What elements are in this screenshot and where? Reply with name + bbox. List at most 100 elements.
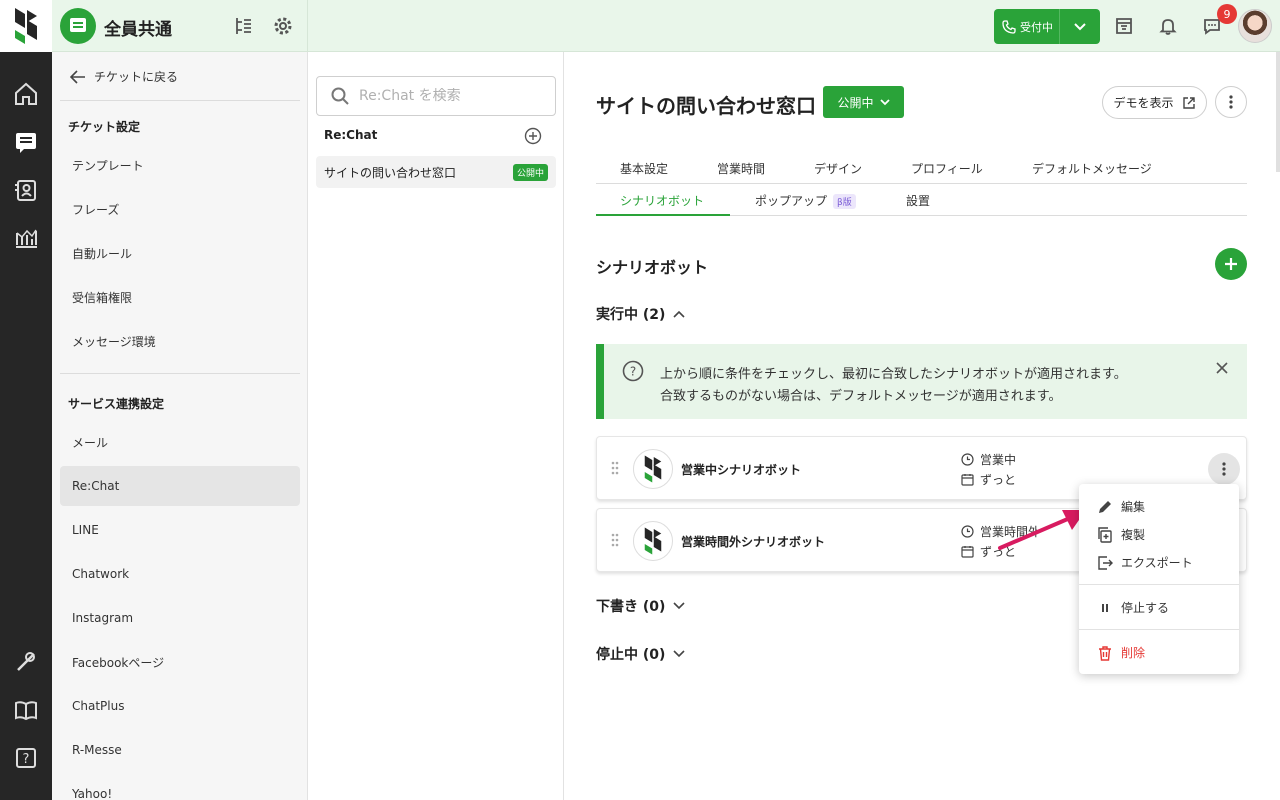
sidebar-item-auto-rule[interactable]: 自動ルール [60, 233, 300, 273]
ticket-icon[interactable] [12, 128, 40, 156]
section-title-ticket-settings: チケット設定 [68, 120, 141, 134]
clock-icon [961, 453, 974, 466]
help-circle-icon: ? [622, 360, 644, 382]
bot-logo-icon [633, 449, 673, 489]
tab-design[interactable]: デザイン [814, 160, 862, 177]
trash-icon [1099, 645, 1111, 661]
info-text-line-1: 上から順に条件をチェックし、最初に合致したシナリオボットが適用されます。 [660, 367, 1127, 382]
duplicate-icon [1098, 526, 1112, 543]
chevron-down-icon [1074, 22, 1086, 30]
stopped-group-toggle[interactable]: 停止中 (0) [596, 644, 685, 664]
drag-handle-icon[interactable] [611, 533, 619, 547]
search-icon [331, 87, 349, 105]
analytics-icon[interactable] [12, 224, 40, 252]
bell-icon[interactable] [1157, 15, 1179, 37]
info-banner: ? 上から順に条件をチェックし、最初に合致したシナリオボットが適用されます。 合… [596, 344, 1247, 419]
phone-icon [1002, 19, 1016, 34]
external-link-icon [1182, 96, 1195, 109]
menu-item-duplicate[interactable]: 複製 [1097, 526, 1145, 543]
sidebar-item-template[interactable]: テンプレート [60, 145, 300, 185]
gear-icon[interactable] [272, 15, 294, 37]
bot-logo-icon [633, 521, 673, 561]
tab-basic-settings[interactable]: 基本設定 [620, 160, 668, 177]
kebab-icon [1229, 95, 1233, 109]
tab-business-hours[interactable]: 営業時間 [717, 160, 765, 177]
bot-menu-button[interactable] [1208, 453, 1240, 485]
clock-icon [961, 525, 974, 538]
sidebar-item-rechat[interactable]: Re:Chat [60, 466, 300, 506]
sidebar-item-r-messe[interactable]: R-Messe [60, 730, 300, 770]
chevron-up-icon [673, 310, 685, 318]
tools-icon[interactable] [12, 648, 40, 676]
logo[interactable] [0, 0, 52, 52]
menu-item-edit[interactable]: 編集 [1097, 498, 1145, 515]
logo-icon [15, 8, 37, 44]
back-to-tickets-link[interactable]: チケットに戻る [70, 68, 178, 85]
sidebar-item-inbox-permission[interactable]: 受信箱権限 [60, 277, 300, 317]
add-bot-button[interactable] [1215, 248, 1247, 280]
kebab-icon [1222, 462, 1226, 476]
book-icon[interactable] [12, 696, 40, 724]
tab-popup[interactable]: ポップアップ β版 [755, 192, 856, 209]
search-input[interactable] [359, 88, 539, 104]
calendar-icon [961, 546, 974, 558]
publish-status-dropdown[interactable]: 公開中 [823, 86, 904, 118]
sidebar-item-phrase[interactable]: フレーズ [60, 189, 300, 229]
header-workspace: 全員共通 [52, 0, 308, 52]
menu-item-pause[interactable]: 停止する [1097, 599, 1169, 616]
sidebar-item-facebook[interactable]: Facebookページ [60, 642, 300, 682]
info-text-line-2: 合致するものがない場合は、デフォルトメッセージが適用されます。 [660, 389, 1062, 404]
list-item-label: サイトの問い合わせ窓口 [324, 165, 457, 180]
bot-period: ずっと [961, 471, 1016, 488]
sidebar-item-line[interactable]: LINE [60, 510, 300, 550]
tab-default-message[interactable]: デフォルトメッセージ [1032, 160, 1152, 177]
contacts-icon[interactable] [12, 176, 40, 204]
calendar-icon [961, 474, 974, 486]
menu-item-delete[interactable]: 削除 [1097, 644, 1145, 661]
avatar[interactable] [1238, 9, 1272, 43]
home-icon[interactable] [12, 80, 40, 108]
top-header: 全員共通 受付中 9 [52, 0, 1280, 52]
menu-divider [1079, 629, 1239, 630]
ticket-app-icon[interactable] [60, 8, 96, 44]
arrow-left-icon [70, 69, 85, 84]
bot-name: 営業時間外シナリオボット [681, 535, 826, 549]
availability-label[interactable]: 受付中 [994, 9, 1060, 44]
menu-item-export[interactable]: エクスポート [1097, 554, 1193, 571]
sidebar-item-chatwork[interactable]: Chatwork [60, 554, 300, 594]
divider [60, 100, 300, 101]
sidebar-item-chatplus[interactable]: ChatPlus [60, 686, 300, 726]
tab-install[interactable]: 設置 [906, 192, 930, 209]
filter-tree-icon[interactable] [232, 15, 254, 37]
add-circle-icon[interactable] [524, 127, 542, 145]
svg-text:?: ? [630, 365, 636, 379]
drag-handle-icon[interactable] [611, 461, 619, 475]
workspace-title: 全員共通 [104, 20, 172, 40]
beta-badge: β版 [833, 194, 856, 209]
tab-profile[interactable]: プロフィール [911, 160, 983, 177]
tab-scenario-bot[interactable]: シナリオボット [620, 192, 704, 209]
more-options-button[interactable] [1215, 86, 1247, 118]
close-icon[interactable] [1215, 361, 1229, 375]
chevron-down-icon [879, 98, 890, 105]
availability-status-button[interactable]: 受付中 [994, 9, 1100, 44]
scrollbar[interactable] [1276, 52, 1280, 172]
search-box[interactable] [316, 76, 556, 116]
draft-group-toggle[interactable]: 下書き (0) [596, 596, 685, 616]
availability-dropdown-chevron[interactable] [1060, 9, 1100, 44]
channel-list-column: Re:Chat サイトの問い合わせ窓口 公開中 [308, 52, 564, 800]
list-item[interactable]: サイトの問い合わせ窓口 公開中 [316, 156, 556, 188]
show-demo-button[interactable]: デモを表示 [1102, 86, 1207, 119]
active-tab-indicator [596, 214, 730, 216]
running-group-toggle[interactable]: 実行中 (2) [596, 304, 685, 324]
sidebar-item-mail[interactable]: メール [60, 422, 300, 462]
section-title-service-integration: サービス連携設定 [68, 397, 165, 411]
sidebar-item-message-env[interactable]: メッセージ環境 [60, 321, 300, 361]
status-badge: 公開中 [512, 164, 548, 181]
sidebar-item-instagram[interactable]: Instagram [60, 598, 300, 638]
sidebar-item-yahoo[interactable]: Yahoo! [60, 774, 300, 800]
app-rail: ? [0, 0, 52, 800]
inbox-tray-icon[interactable] [1113, 15, 1135, 37]
help-icon[interactable]: ? [12, 744, 40, 772]
export-icon [1098, 555, 1113, 570]
